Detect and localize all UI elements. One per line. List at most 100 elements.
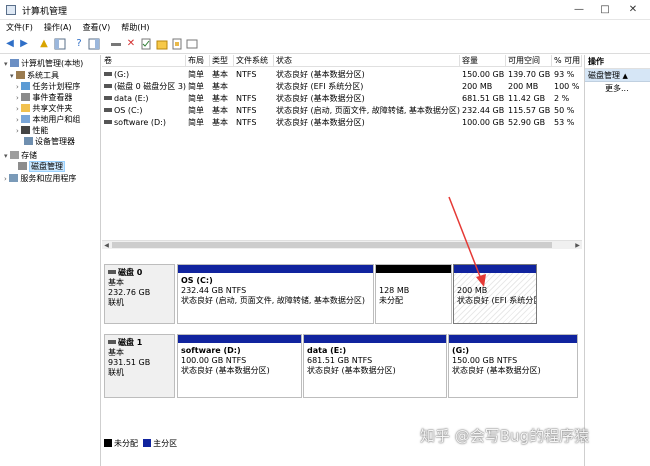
tree-disk-management[interactable]: 磁盘管理 [18,161,65,172]
volume-type: 基本 [212,106,228,115]
volume-layout: 简单 [188,70,204,79]
table-row[interactable]: (G:) 简单 基本 NTFS 状态良好 (基本数据分区) 150.00 GB … [102,69,582,80]
show-action-icon[interactable] [88,38,100,50]
volume-list: 卷 布局 类型 文件系统 状态 容量 可用空间 % 可用 (G:) 简单 基本 … [102,55,582,249]
volume-icon [104,108,112,112]
folder-icon [21,104,31,112]
volume-layout: 简单 [188,118,204,127]
volume-status: 状态良好 (基本数据分区) [276,118,365,127]
partition-os-c[interactable]: OS (C:) 232.44 GB NTFS 状态良好 (启动, 页面文件, 故… [177,264,374,324]
primary-partition-bar [178,265,373,273]
disk-icon [18,162,27,170]
device-manager-icon [24,137,33,145]
disk-name: 磁盘 1 [108,338,171,348]
chevron-right-icon: › [4,175,7,183]
partition-name: data (E:) [307,346,347,355]
column-volume[interactable]: 卷 [102,55,186,67]
table-row[interactable]: data (E:) 简单 基本 NTFS 状态良好 (基本数据分区) 681.5… [102,93,582,104]
volume-percent-free: 100 % [554,82,580,91]
volume-filesystem: NTFS [236,118,257,127]
close-button[interactable]: ✕ [620,2,646,18]
more-actions-link[interactable]: 更多... [585,82,650,95]
tree-local-users[interactable]: › 本地用户和组 [16,114,80,125]
volume-icon [104,84,112,88]
connect-icon[interactable] [110,38,122,50]
column-status[interactable]: 状态 [274,55,460,67]
storage-icon [10,151,20,159]
partition-status: 状态良好 (EFI 系统分区) [457,296,536,305]
disk-type: 基本 [108,278,124,287]
tree-task-scheduler[interactable]: › 任务计划程序 [16,81,80,92]
horizontal-scrollbar[interactable]: ◀ ▶ [102,240,582,249]
partition-unallocated[interactable]: 128 MB 未分配 [375,264,452,324]
tree-event-viewer[interactable]: › 事件查看器 [16,92,72,103]
tools-icon [16,71,26,79]
view-icon[interactable] [186,38,198,50]
menu-view[interactable]: 查看(V) [77,20,116,33]
rescan-icon[interactable] [171,38,183,50]
volume-filesystem [234,81,274,92]
delete-icon[interactable]: ✕ [125,38,137,50]
scroll-right-icon[interactable]: ▶ [573,241,582,250]
menu-file[interactable]: 文件(F) [0,20,38,33]
partition-data-e[interactable]: data (E:) 681.51 GB NTFS 状态良好 (基本数据分区) [303,334,447,398]
users-icon [21,115,31,123]
volume-percent-free: 53 % [554,118,575,127]
actions-pane: 操作 磁盘管理 ▲ 更多... [584,55,650,466]
menu-action[interactable]: 操作(A) [38,20,77,33]
partition-g[interactable]: (G:) 150.00 GB NTFS 状态良好 (基本数据分区) [448,334,578,398]
menu-help[interactable]: 帮助(H) [115,20,154,33]
tree-root[interactable]: ▾ 计算机管理(本地) [4,58,83,69]
volume-status: 状态良好 (EFI 系统分区) [276,82,364,91]
scroll-left-icon[interactable]: ◀ [102,241,111,250]
export-icon[interactable] [156,38,168,50]
column-free-space[interactable]: 可用空间 [506,55,552,67]
volume-icon [104,96,112,100]
column-type[interactable]: 类型 [210,55,234,67]
column-layout[interactable]: 布局 [186,55,210,67]
partition-size: 100.00 GB NTFS [181,356,247,365]
volume-free-space: 200 MB [508,82,539,91]
partition-size: 681.51 GB NTFS [307,356,373,365]
tree-storage[interactable]: ▾ 存储 [4,150,37,161]
tree-shared-folders[interactable]: › 共享文件夹 [16,103,72,114]
tree-services[interactable]: › 服务和应用程序 [4,173,76,184]
maximize-button[interactable]: □ [592,2,618,18]
disk-status: 联机 [108,368,124,377]
tree-device-manager[interactable]: 设备管理器 [24,136,75,147]
back-icon[interactable]: ◀ [4,38,16,50]
forward-icon[interactable]: ▶ [18,38,30,50]
help-icon[interactable]: ? [73,38,85,50]
show-tree-icon[interactable] [54,38,66,50]
volume-percent-free: 93 % [554,70,575,79]
volume-name: OS (C:) [102,105,186,116]
disk-1-label[interactable]: 磁盘 1 基本 931.51 GB 联机 [104,334,175,398]
table-row[interactable]: OS (C:) 简单 基本 NTFS 状态良好 (启动, 页面文件, 故障转储,… [102,105,582,116]
clock-icon [21,82,31,90]
column-filesystem[interactable]: 文件系统 [234,55,274,67]
table-row[interactable]: (磁盘 0 磁盘分区 3) 简单 基本 状态良好 (EFI 系统分区) 200 … [102,81,582,92]
properties-icon[interactable] [140,38,152,50]
chevron-up-icon: ▲ [622,72,628,80]
chevron-down-icon: ▾ [4,60,8,68]
minimize-button[interactable]: — [566,2,592,18]
tree-performance[interactable]: › 性能 [16,125,48,136]
disk-0-label[interactable]: 磁盘 0 基本 232.76 GB 联机 [104,264,175,324]
tree-system-tools[interactable]: ▾ 系统工具 [10,70,59,81]
disk-size: 232.76 GB [108,288,151,297]
actions-section-disk-management[interactable]: 磁盘管理 ▲ [585,69,650,82]
volume-type: 基本 [212,118,228,127]
volume-free-space: 11.42 GB [508,94,546,103]
partition-size: 128 MB [379,286,410,295]
partition-software-d[interactable]: software (D:) 100.00 GB NTFS 状态良好 (基本数据分… [177,334,302,398]
table-row[interactable]: software (D:) 简单 基本 NTFS 状态良好 (基本数据分区) 1… [102,117,582,128]
volume-capacity: 681.51 GB [462,94,505,103]
column-percent-free[interactable]: % 可用 [552,55,582,67]
chevron-right-icon: › [16,105,19,113]
up-folder-icon[interactable]: ▲ [38,38,50,50]
primary-partition-bar [178,335,301,343]
column-capacity[interactable]: 容量 [460,55,506,67]
volume-capacity: 200 MB [462,82,493,91]
disk-management-panel: 卷 布局 类型 文件系统 状态 容量 可用空间 % 可用 (G:) 简单 基本 … [102,55,582,466]
volume-name: (G:) [102,69,186,80]
